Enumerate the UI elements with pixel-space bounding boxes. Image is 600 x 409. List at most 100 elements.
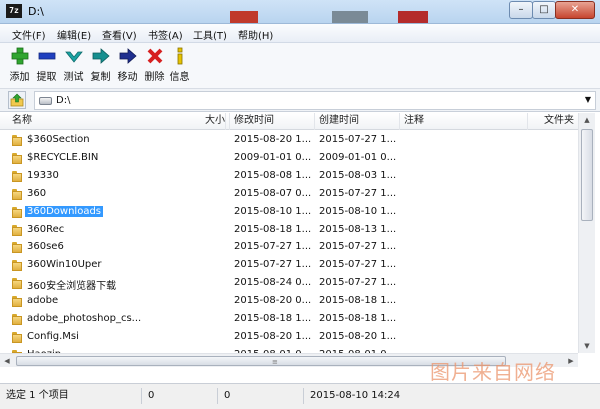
delete-label: 删除 <box>144 72 165 83</box>
status-packed: 0 <box>218 388 304 404</box>
column-created[interactable]: 创建时间 <box>315 113 400 130</box>
delete-button[interactable]: 删除 <box>141 46 168 83</box>
folder-icon <box>12 224 22 236</box>
plus-icon <box>11 47 28 65</box>
item-modified: 2015-08-24 0... <box>234 277 312 289</box>
close-icon: ✕ <box>570 4 580 15</box>
scroll-down-icon[interactable]: ▼ <box>579 339 595 353</box>
list-item[interactable]: 360 2015-08-07 0... 2015-07-27 1... <box>0 186 578 203</box>
column-modified[interactable]: 修改时间 <box>230 113 315 130</box>
item-modified: 2015-08-07 0... <box>234 187 312 199</box>
item-modified: 2015-08-18 1... <box>234 313 312 324</box>
watermark: 图片来自网络 <box>430 360 556 384</box>
copy-button[interactable]: 复制 <box>87 46 114 83</box>
background-red-patch <box>230 11 258 23</box>
folder-icon <box>12 296 22 308</box>
scroll-right-icon[interactable]: ▶ <box>564 354 578 367</box>
menu-tools[interactable]: 工具(T) <box>193 27 227 42</box>
folder-icon <box>12 135 22 146</box>
status-datetime: 2015-08-10 14:24 <box>310 390 401 401</box>
menu-view[interactable]: 查看(V) <box>102 27 137 42</box>
move-arrow-icon <box>119 48 137 64</box>
item-name: Config.Msi <box>27 330 79 342</box>
menu-help[interactable]: 帮助(H) <box>238 27 273 42</box>
status-bar: 选定 1 个项目 0 0 2015-08-10 14:24 <box>0 383 600 409</box>
maximize-button[interactable]: □ <box>532 1 556 19</box>
item-modified: 2015-08-20 1... <box>234 134 312 145</box>
list-item[interactable]: 360Win10Uper 2015-07-27 1... 2015-07-27 1.… <box>0 257 578 274</box>
vertical-scrollbar[interactable]: ▲ ▼ <box>578 113 595 353</box>
item-created: 2015-07-27 1... <box>319 134 397 145</box>
up-folder-button[interactable] <box>8 91 26 109</box>
item-created: 2015-08-13 1... <box>319 223 397 235</box>
folder-icon <box>12 242 22 254</box>
folder-icon <box>12 152 22 164</box>
item-name: 360Win10Uper <box>27 259 102 271</box>
list-item[interactable]: $360Section 2015-08-20 1... 2015-07-27 1..… <box>0 132 578 149</box>
item-name: 360安全浏览器下载 <box>27 281 117 293</box>
list-item[interactable]: adobe 2015-08-20 0... 2015-08-18 1... <box>0 293 578 310</box>
item-created: 2015-07-27 1... <box>319 187 397 199</box>
address-field[interactable]: D:\ ▼ <box>34 91 596 110</box>
move-button[interactable]: 移动 <box>114 46 141 83</box>
minimize-icon: – <box>518 4 524 15</box>
item-created: 2015-08-10 1... <box>319 205 397 217</box>
close-button[interactable]: ✕ <box>555 1 595 19</box>
item-modified: 2015-08-20 1... <box>234 330 312 342</box>
info-icon <box>177 47 182 65</box>
item-created: 2015-08-18 1... <box>319 313 397 324</box>
minimize-button[interactable]: – <box>509 1 533 19</box>
menu-edit[interactable]: 编辑(E) <box>57 27 91 42</box>
item-modified: 2015-08-10 1... <box>234 205 312 217</box>
list-item[interactable]: 360se6 2015-07-27 1... 2015-07-27 1... <box>0 239 578 256</box>
item-name: 19330 <box>27 169 59 181</box>
list-item[interactable]: 360Rec 2015-08-18 1... 2015-08-13 1... <box>0 222 578 239</box>
background-gray-patch <box>332 11 368 23</box>
list-item[interactable]: adobe_photoshop_cs... 2015-08-18 1... 2015… <box>0 311 578 328</box>
menu-bookmarks[interactable]: 书签(A) <box>148 27 183 42</box>
item-modified: 2009-01-01 0... <box>234 151 312 163</box>
file-list: 名称 大小 修改时间 创建时间 注释 文件夹 $360Section 2015-0… <box>0 113 600 367</box>
grip-icon: ≡ <box>272 358 278 366</box>
extract-label: 提取 <box>36 72 57 83</box>
check-icon <box>64 51 83 63</box>
status-size: 0 <box>142 388 218 404</box>
list-item[interactable]: $RECYCLE.BIN 2009-01-01 0... 2009-01-01 0.… <box>0 150 578 167</box>
column-comment[interactable]: 注释 <box>400 113 528 130</box>
window-title: D:\ <box>28 5 44 18</box>
vertical-scroll-thumb[interactable] <box>581 129 593 221</box>
scroll-up-icon[interactable]: ▲ <box>579 113 595 127</box>
drive-icon <box>39 97 52 105</box>
item-name: 360Downloads <box>25 205 104 217</box>
item-created: 2015-08-03 1... <box>319 169 397 181</box>
column-size[interactable]: 大小 <box>196 113 230 130</box>
test-button[interactable]: 测试 <box>60 46 87 83</box>
copy-label: 复制 <box>90 72 111 83</box>
chevron-down-icon[interactable]: ▼ <box>585 95 591 104</box>
list-item[interactable]: 360Downloads 2015-08-10 1... 2015-08-10 1.… <box>0 204 578 221</box>
toolbar: 添加 提取 测试 复制 移动 删除 信息 <box>0 43 600 88</box>
scroll-left-icon[interactable]: ◀ <box>0 354 14 367</box>
list-item[interactable]: Config.Msi 2015-08-20 1... 2015-08-20 1... <box>0 329 578 346</box>
item-name: $RECYCLE.BIN <box>27 151 99 163</box>
info-button[interactable]: 信息 <box>166 46 193 83</box>
item-created: 2015-07-27 1... <box>319 241 397 253</box>
item-name: 360se6 <box>27 241 64 253</box>
column-folders[interactable]: 文件夹 <box>528 113 578 130</box>
folder-icon <box>12 170 22 182</box>
list-item[interactable]: 360安全浏览器下载 2015-08-24 0... 2015-07-27 1... <box>0 275 578 292</box>
item-modified: 2015-07-27 1... <box>234 241 312 253</box>
test-label: 测试 <box>63 72 84 83</box>
list-header: 名称 大小 修改时间 创建时间 注释 文件夹 <box>0 113 578 130</box>
copy-arrow-icon <box>92 48 110 64</box>
add-label: 添加 <box>9 72 30 83</box>
add-button[interactable]: 添加 <box>6 46 33 83</box>
column-name[interactable]: 名称 <box>0 113 226 130</box>
item-modified: 2015-08-18 1... <box>234 223 312 235</box>
list-item[interactable]: 19330 2015-08-08 1... 2015-08-03 1... <box>0 168 578 185</box>
folder-icon <box>12 278 22 290</box>
item-created: 2009-01-01 0... <box>319 151 397 163</box>
extract-button[interactable]: 提取 <box>33 46 60 83</box>
menu-file[interactable]: 文件(F) <box>12 27 46 42</box>
item-name: 360 <box>27 187 47 199</box>
